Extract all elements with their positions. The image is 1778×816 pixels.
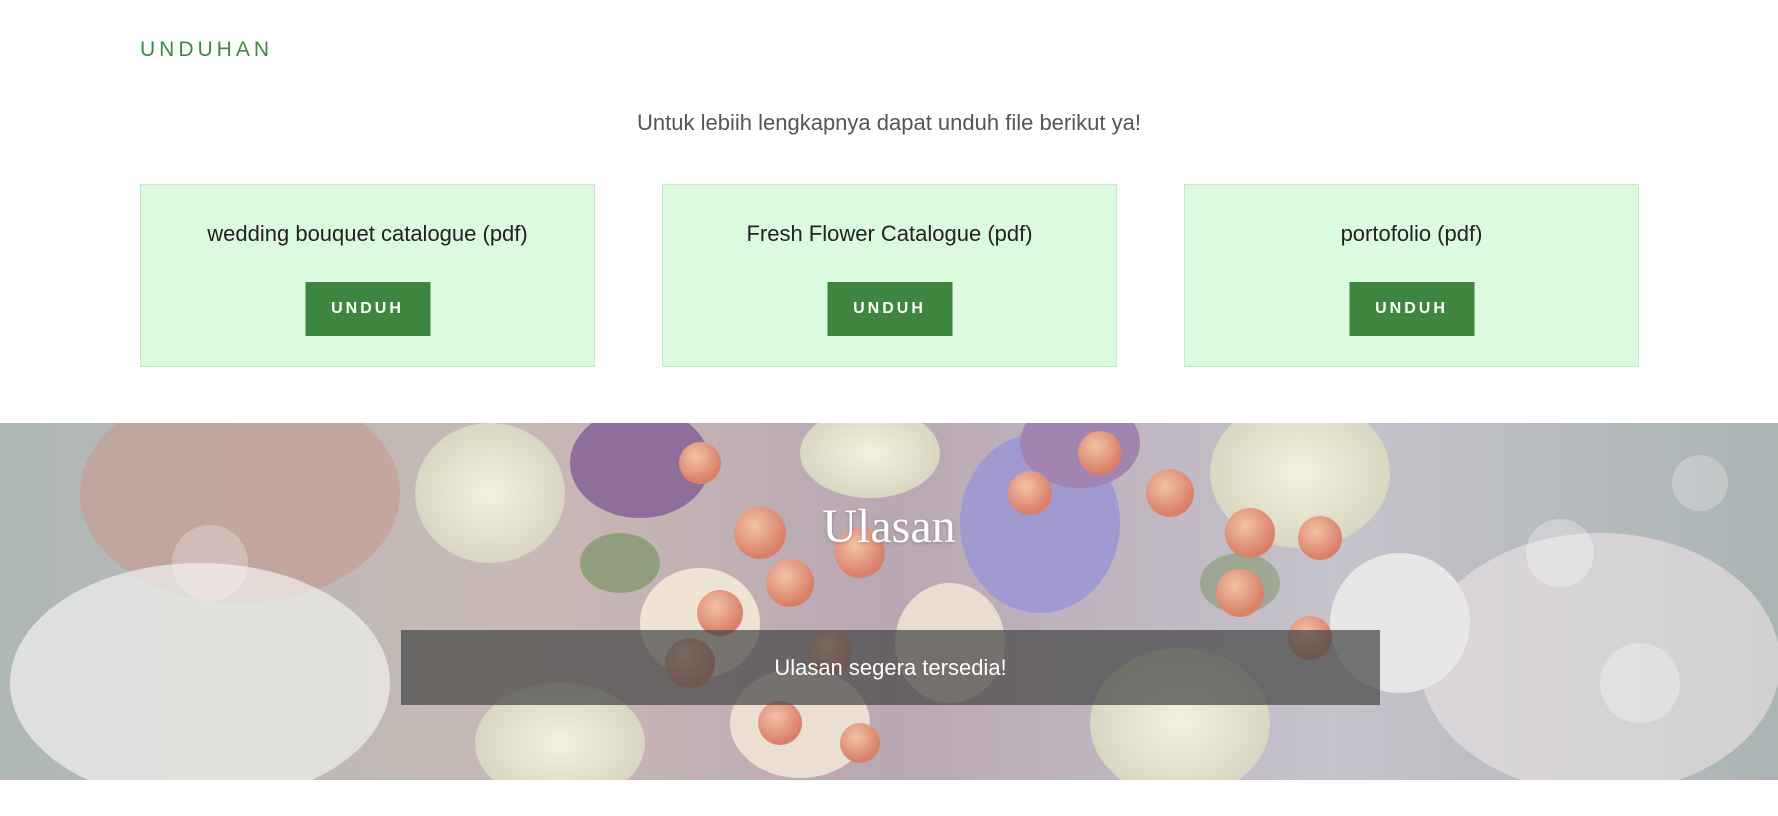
download-button-fresh-flower[interactable]: UNDUH bbox=[827, 282, 952, 336]
review-message-box: Ulasan segera tersedia! bbox=[401, 630, 1380, 705]
review-hero-section: Ulasan Ulasan segera tersedia! bbox=[0, 423, 1778, 780]
downloads-intro-text: Untuk lebiih lengkapnya dapat unduh file… bbox=[637, 110, 1141, 135]
download-card-title: Fresh Flower Catalogue (pdf) bbox=[746, 221, 1033, 246]
download-card-fresh-flower: Fresh Flower Catalogue (pdf) UNDUH bbox=[662, 184, 1117, 367]
download-card-portfolio: portofolio (pdf) UNDUH bbox=[1184, 184, 1639, 367]
download-card-wedding: wedding bouquet catalogue (pdf) UNDUH bbox=[140, 184, 595, 367]
download-button-wedding[interactable]: UNDUH bbox=[305, 282, 430, 336]
section-label-downloads: UNDUHAN bbox=[140, 38, 273, 61]
download-card-title: portofolio (pdf) bbox=[1340, 221, 1483, 246]
download-button-portfolio[interactable]: UNDUH bbox=[1349, 282, 1474, 336]
review-message-text: Ulasan segera tersedia! bbox=[774, 654, 1007, 680]
review-section-title: Ulasan bbox=[822, 500, 956, 553]
download-card-title: wedding bouquet catalogue (pdf) bbox=[207, 221, 528, 246]
flower-bouquet-background-image bbox=[0, 423, 1778, 780]
